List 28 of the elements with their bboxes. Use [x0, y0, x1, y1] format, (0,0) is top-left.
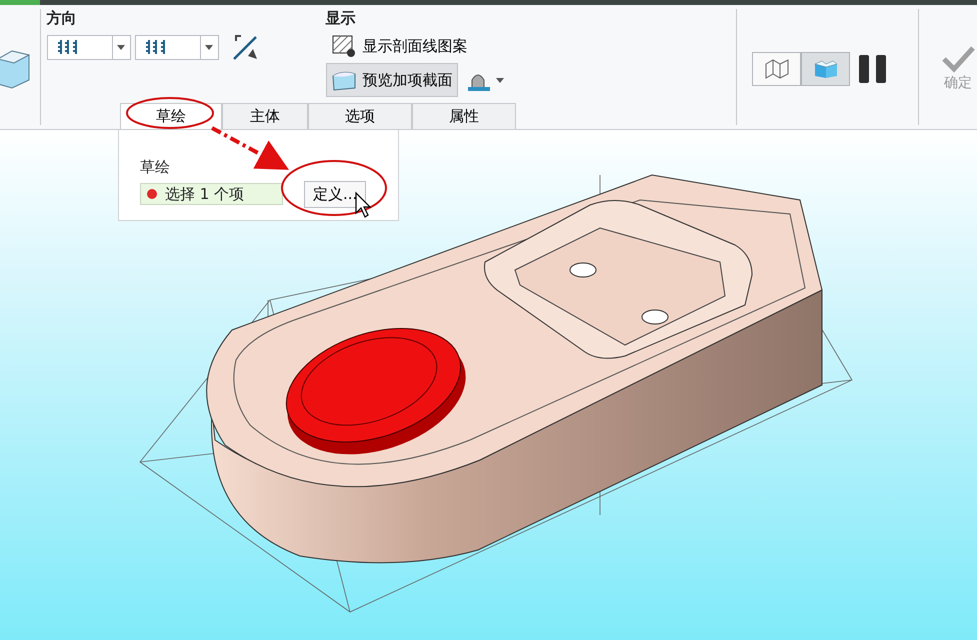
- tab[interactable]: 主体: [222, 103, 308, 129]
- caret-icon: [117, 44, 126, 50]
- group-title: 显示: [326, 9, 357, 27]
- section-icon: [330, 69, 357, 91]
- wireframe-icon: [764, 58, 790, 80]
- preview-toggle[interactable]: 预览加项截面: [326, 63, 458, 97]
- tab[interactable]: 草绘: [120, 103, 222, 129]
- hatch-icon: [330, 34, 357, 58]
- panel-label: 草绘: [140, 157, 171, 178]
- define-button[interactable]: 定义...: [304, 180, 366, 208]
- checkmark-icon: [941, 45, 976, 73]
- caret-icon[interactable]: [496, 78, 504, 82]
- caret-icon: [205, 44, 214, 50]
- hole: [570, 262, 596, 278]
- selection-collector[interactable]: 选择 1 个项: [140, 183, 283, 205]
- hatch-toggle[interactable]: 显示剖面线图案: [326, 31, 473, 61]
- shaded-cube-icon: [812, 58, 839, 80]
- direction-dropdown[interactable]: [46, 34, 131, 60]
- pause-icon[interactable]: [858, 55, 888, 83]
- group-title: 方向: [46, 9, 78, 27]
- mouse-cursor-icon: [355, 192, 372, 218]
- view-mode-button[interactable]: [752, 52, 802, 86]
- direction-dropdown[interactable]: [134, 34, 219, 60]
- status-dot: [147, 189, 157, 199]
- tab[interactable]: 选项: [308, 103, 412, 129]
- flip-arrow-icon[interactable]: [230, 33, 259, 61]
- hole: [642, 310, 668, 324]
- tab[interactable]: 属性: [412, 103, 516, 129]
